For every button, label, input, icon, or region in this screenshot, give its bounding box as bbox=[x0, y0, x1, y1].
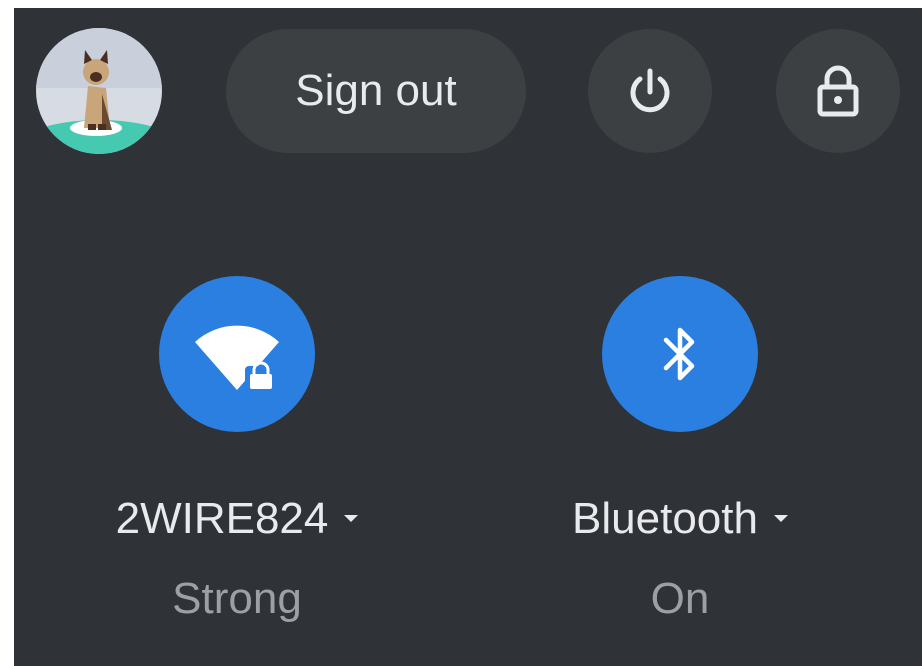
bluetooth-feature: Bluetooth On bbox=[520, 276, 840, 624]
power-icon bbox=[630, 68, 670, 113]
avatar[interactable] bbox=[36, 28, 162, 154]
sign-out-label: Sign out bbox=[295, 66, 457, 115]
bluetooth-dropdown[interactable]: Bluetooth bbox=[520, 494, 840, 544]
network-toggle-button[interactable] bbox=[159, 276, 315, 432]
network-feature: 2WIRE824 Strong bbox=[77, 276, 397, 624]
network-signal-status: Strong bbox=[172, 574, 302, 623]
lock-icon bbox=[817, 65, 859, 117]
network-dropdown[interactable]: 2WIRE824 bbox=[77, 494, 397, 544]
lock-button[interactable] bbox=[776, 29, 900, 153]
wifi-secure-icon bbox=[195, 325, 279, 392]
dropdown-arrow-icon bbox=[773, 514, 788, 522]
bluetooth-status: On bbox=[650, 574, 710, 623]
network-name: 2WIRE824 bbox=[115, 494, 329, 543]
cat-avatar-icon bbox=[36, 28, 162, 154]
bluetooth-icon bbox=[663, 327, 695, 381]
quick-settings-panel: Sign out 2WIRE824 Strong Bluetooth On bbox=[14, 8, 922, 666]
dropdown-arrow-icon bbox=[344, 514, 359, 522]
bluetooth-label: Bluetooth bbox=[572, 494, 758, 543]
bluetooth-toggle-button[interactable] bbox=[602, 276, 758, 432]
power-button[interactable] bbox=[588, 29, 712, 153]
sign-out-button[interactable]: Sign out bbox=[226, 29, 526, 153]
